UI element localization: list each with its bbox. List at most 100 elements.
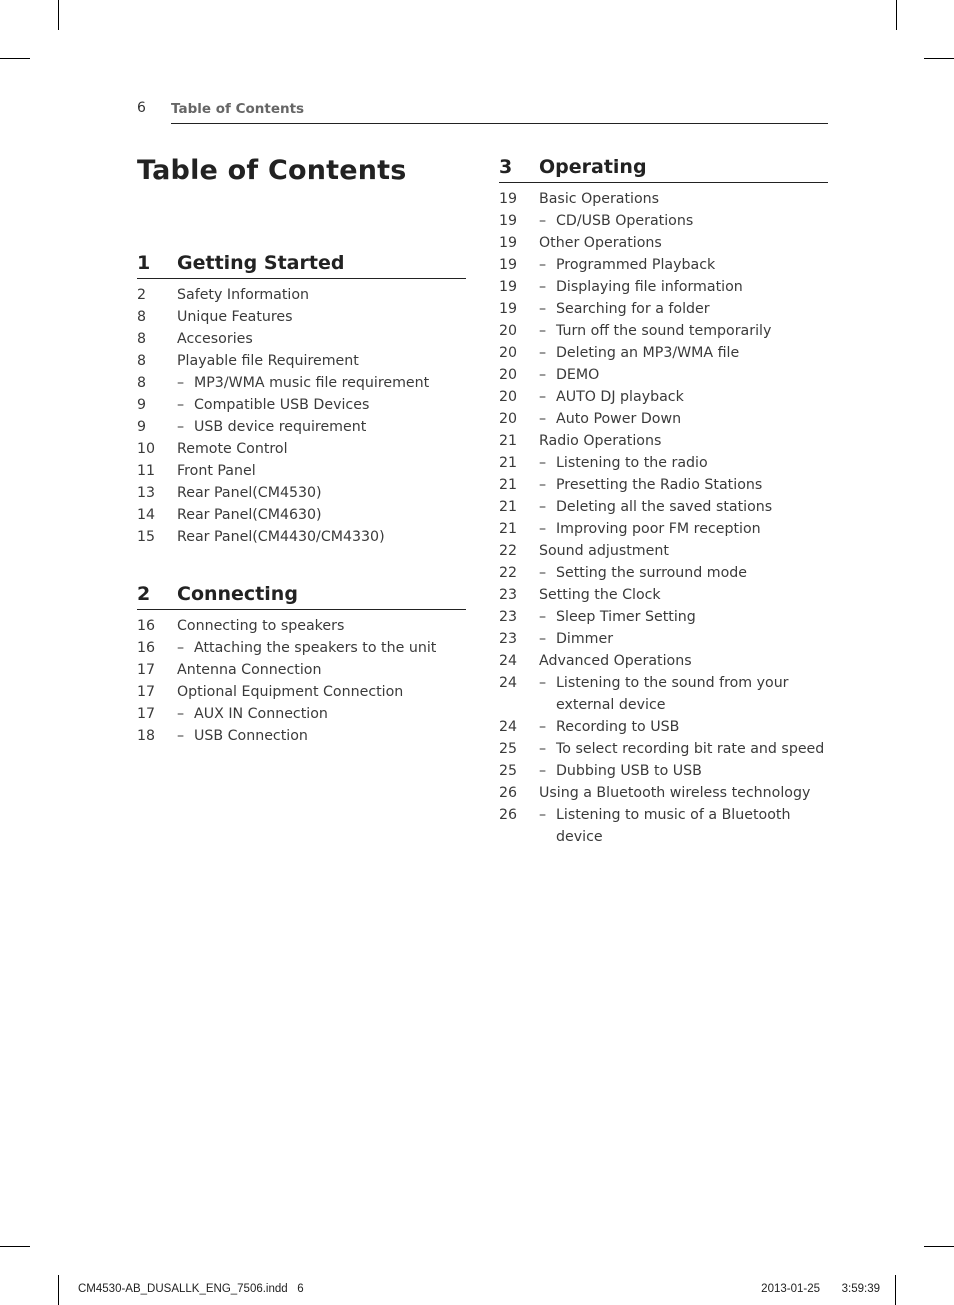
toc-entry-text: – Programmed Playback: [499, 254, 828, 276]
toc-entry-text: – Deleting all the saved stations: [499, 496, 828, 518]
dash-bullet: –: [539, 763, 547, 779]
toc-page-number: 23: [499, 631, 518, 647]
toc-page-number: 21: [499, 499, 518, 515]
toc-entry-label: Listening to music of a Bluetooth device: [556, 807, 791, 845]
toc-page-number: 20: [499, 389, 518, 405]
section-heading: 3 Operating: [499, 156, 828, 183]
toc-entry-text: – Compatible USB Devices: [137, 394, 466, 416]
toc-subentry: 17– AUX IN Connection: [137, 703, 466, 725]
toc-entry-text: – Listening to music of a Bluetooth devic…: [499, 804, 828, 848]
toc-subentry: 9– USB device requirement: [137, 416, 466, 438]
toc-entry-text: – Sleep Timer Setting: [499, 606, 828, 628]
toc-page-number: 17: [137, 706, 156, 722]
toc-entry-text: Setting the Clock: [539, 587, 661, 603]
toc-entry: 8 Playable file Requirement: [137, 350, 466, 372]
toc-entry-text: Using a Bluetooth wireless technology: [539, 785, 811, 801]
toc-entry-text: Antenna Connection: [177, 662, 322, 678]
toc-entry-label: CD/USB Operations: [556, 213, 694, 229]
dash-bullet: –: [539, 521, 547, 537]
toc-page-number: 24: [499, 719, 518, 735]
toc-subentry: 19– Searching for a folder: [499, 298, 828, 320]
slug-filename: CM4530-AB_DUSALLK_ENG_7506.indd 6: [78, 1283, 304, 1295]
toc-page-number: 22: [499, 565, 518, 581]
toc-entry-text: Advanced Operations: [539, 653, 692, 669]
toc-page-number: 23: [499, 609, 518, 625]
toc-entry-text: Accesories: [177, 331, 253, 347]
toc-entry-text: Connecting to speakers: [177, 618, 345, 634]
toc-entry-text: Remote Control: [177, 441, 288, 457]
toc-page-number: 21: [499, 521, 518, 537]
toc-subentry: 20– Auto Power Down: [499, 408, 828, 430]
dash-bullet: –: [539, 213, 547, 229]
toc-entry-label: Sleep Timer Setting: [556, 609, 696, 625]
toc-entry-label: Setting the surround mode: [556, 565, 748, 581]
toc-page-number: 15: [137, 529, 156, 545]
toc-page-number: 8: [137, 375, 147, 391]
toc-page-number: 20: [499, 323, 518, 339]
page-title: Table of Contents: [137, 155, 407, 186]
toc-entry-text: Other Operations: [539, 235, 662, 251]
toc-entry-text: – MP3/WMA music file requirement: [137, 372, 466, 394]
dash-bullet: –: [539, 455, 547, 471]
toc-entry: 26 Using a Bluetooth wireless technology: [499, 782, 828, 804]
toc-entry: 17 Optional Equipment Connection: [137, 681, 466, 703]
toc-subentry: 24– Recording to USB: [499, 716, 828, 738]
toc-page-number: 17: [137, 662, 156, 678]
toc-entry: 19 Basic Operations: [499, 188, 828, 210]
toc-subentry: 23– Dimmer: [499, 628, 828, 650]
toc-page-number: 20: [499, 411, 518, 427]
toc-page-number: 8: [137, 331, 147, 347]
toc-entry-text: – Searching for a folder: [499, 298, 828, 320]
toc-entry-text: – Turn off the sound temporarily: [499, 320, 828, 342]
dash-bullet: –: [539, 345, 547, 361]
toc-page-number: 19: [499, 213, 518, 229]
toc-subentry: 25– To select recording bit rate and spee…: [499, 738, 828, 760]
toc-entry-label: USB device requirement: [194, 419, 367, 435]
dash-bullet: –: [539, 609, 547, 625]
dash-bullet: –: [539, 389, 547, 405]
running-head-rule: [171, 123, 828, 124]
crop-mark-bottom-left-horizontal: [0, 1246, 30, 1247]
toc-entry: 23 Setting the Clock: [499, 584, 828, 606]
toc-entry-text: – USB Connection: [137, 725, 466, 747]
dash-bullet: –: [539, 719, 547, 735]
toc-page-number: 20: [499, 345, 518, 361]
toc-entry-label: Presetting the Radio Stations: [556, 477, 763, 493]
section-title: Operating: [539, 156, 647, 178]
slug-time: 3:59:39: [841, 1283, 880, 1295]
dash-bullet: –: [539, 477, 547, 493]
toc-entry-text: – Listening to the sound from your extern…: [499, 672, 828, 716]
toc-subentry: 16– Attaching the speakers to the unit: [137, 637, 466, 659]
toc-entry-label: DEMO: [556, 367, 600, 383]
toc-entry-text: – Listening to the radio: [499, 452, 828, 474]
toc-subentry: 22– Setting the surround mode: [499, 562, 828, 584]
page-number: 6: [137, 100, 146, 116]
toc-subentry: 20– Deleting an MP3/WMA file: [499, 342, 828, 364]
dash-bullet: –: [177, 706, 185, 722]
crop-mark-top-left-horizontal: [0, 58, 30, 59]
toc-entry-text: – Deleting an MP3/WMA file: [499, 342, 828, 364]
dash-bullet: –: [539, 367, 547, 383]
toc-page-number: 14: [137, 507, 156, 523]
section-number: 1: [137, 252, 151, 274]
toc-page-number: 24: [499, 675, 518, 691]
toc-entry: 13 Rear Panel(CM4530): [137, 482, 466, 504]
crop-mark-bottom-left-vertical: [58, 1275, 59, 1305]
dash-bullet: –: [539, 499, 547, 515]
toc-entry-text: – Attaching the speakers to the unit: [137, 637, 466, 659]
toc-entry-label: Turn off the sound temporarily: [556, 323, 772, 339]
toc-entry-text: – Dubbing USB to USB: [499, 760, 828, 782]
crop-mark-top-left-vertical: [58, 0, 59, 30]
dash-bullet: –: [539, 257, 547, 273]
toc-entry-label: Dubbing USB to USB: [556, 763, 702, 779]
toc-entry-list: 19 Basic Operations 19– CD/USB Operations 19…: [499, 188, 828, 848]
toc-page-number: 2: [137, 287, 147, 303]
toc-entry-text: Unique Features: [177, 309, 293, 325]
crop-mark-top-right-horizontal: [924, 58, 954, 59]
toc-entry: 10 Remote Control: [137, 438, 466, 460]
dash-bullet: –: [539, 741, 547, 757]
toc-page-number: 11: [137, 463, 156, 479]
toc-subentry: 24– Listening to the sound from your exte…: [499, 672, 828, 716]
toc-page-number: 19: [499, 191, 518, 207]
toc-page-number: 18: [137, 728, 156, 744]
